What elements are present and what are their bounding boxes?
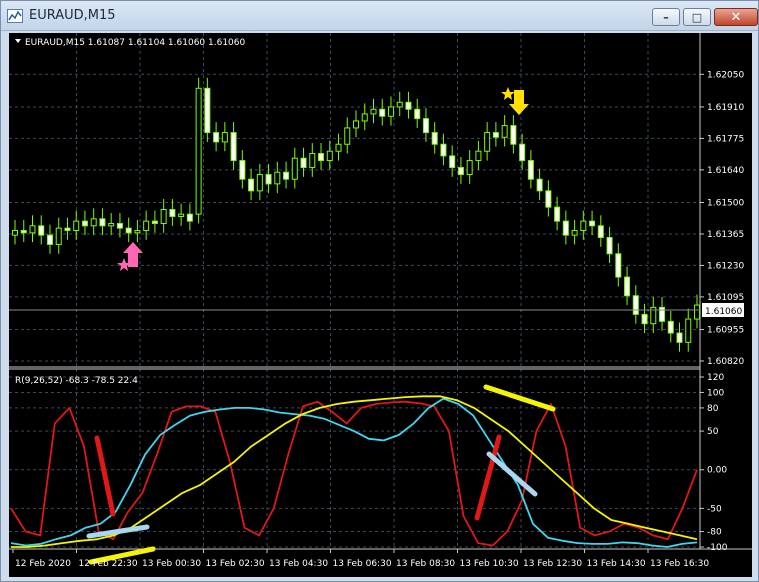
minimize-icon: – — [663, 10, 669, 24]
time-tick-label: 13 Feb 10:30 — [460, 559, 519, 569]
close-icon: ✕ — [730, 9, 742, 25]
time-tick-label: 12 Feb 22:30 — [79, 559, 138, 569]
indicator-tick-label: -50 — [707, 504, 722, 514]
chart-area[interactable]: 1.62050 1.61910 1.61775 1.61640 1.61500 1.613… — [9, 33, 752, 577]
time-tick-label: 12 Feb 2020 — [15, 559, 71, 569]
indicator-tick-label: -100 — [707, 543, 728, 553]
price-tick-label: 1.61365 — [707, 230, 744, 240]
time-tick-label: 13 Feb 02:30 — [206, 559, 265, 569]
time-tick-label: 13 Feb 04:30 — [269, 559, 328, 569]
indicator-tick-label: 80 — [707, 404, 719, 414]
price-tick-label: 1.61910 — [707, 103, 744, 113]
time-tick-label: 13 Feb 16:30 — [650, 559, 709, 569]
time-tick-label: 13 Feb 06:30 — [333, 559, 392, 569]
price-tick-label: 1.60955 — [707, 326, 744, 336]
indicator-header: R(9,26,52) -68.3 -78.5 22.4 — [15, 376, 138, 386]
current-price-label: 1.61060 — [705, 307, 742, 317]
minimize-button[interactable]: – — [652, 8, 680, 26]
indicator-tick-label: 100 — [707, 388, 724, 398]
price-tick-label: 1.60820 — [707, 357, 744, 367]
title-bar[interactable]: EURAUD,M15 – □ ✕ — [1, 1, 758, 31]
time-tick-label: 13 Feb 12:30 — [523, 559, 582, 569]
candle — [195, 77, 202, 224]
time-tick-label: 13 Feb 08:30 — [396, 559, 455, 569]
maximize-button[interactable]: □ — [683, 8, 711, 26]
chart-svg[interactable]: 1.62050 1.61910 1.61775 1.61640 1.61500 1.613… — [9, 33, 752, 577]
symbol-header: EURAUD,M15 1.61087 1.61104 1.61060 1.610… — [25, 38, 246, 48]
maximize-icon: □ — [691, 10, 703, 24]
price-tick-label: 1.61230 — [707, 261, 744, 271]
indicator-tick-label: 0.00 — [707, 466, 727, 476]
time-tick-label: 13 Feb 14:30 — [587, 559, 646, 569]
price-tick-label: 1.61500 — [707, 199, 744, 209]
close-button[interactable]: ✕ — [714, 8, 758, 26]
indicator-tick-label: 50 — [707, 427, 719, 437]
time-tick-label: 13 Feb 00:30 — [142, 559, 201, 569]
indicator-tick-label: -80 — [707, 528, 722, 538]
price-tick-label: 1.62050 — [707, 70, 744, 80]
indicator-tick-label: 120 — [707, 373, 724, 383]
window-title: EURAUD,M15 — [29, 8, 116, 23]
price-tick-label: 1.61640 — [707, 166, 744, 176]
price-tick-label: 1.61095 — [707, 293, 744, 303]
chart-window: EURAUD,M15 – □ ✕ 1.62050 1.61910 1.61775 1.… — [0, 0, 759, 582]
price-tick-label: 1.61775 — [707, 134, 744, 144]
chart-window-icon — [7, 9, 23, 23]
